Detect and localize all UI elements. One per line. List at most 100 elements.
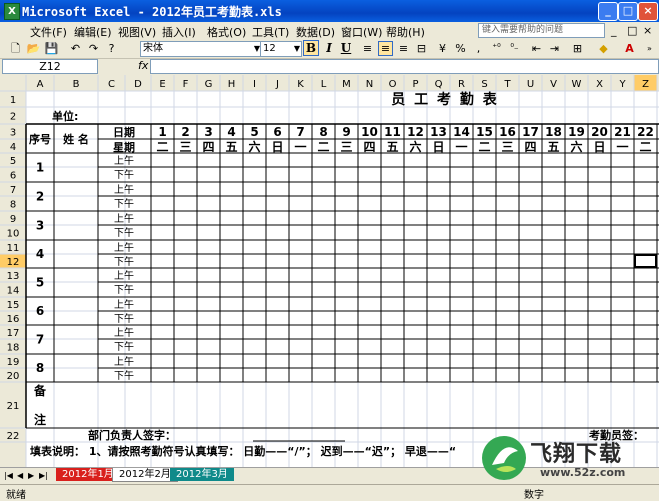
open-folder-icon[interactable]: 📂	[26, 41, 41, 56]
column-header: T	[503, 79, 511, 90]
menu-help[interactable]: 帮助(H)	[386, 24, 425, 40]
font-size-select[interactable]: 12 ▼	[260, 41, 302, 57]
pm-label: 下午	[114, 197, 134, 210]
date-cell: 13	[430, 125, 447, 139]
date-cell: 4	[227, 125, 235, 139]
name-header: 姓 名	[63, 132, 89, 146]
menu-view[interactable]: 视图(V)	[118, 24, 156, 40]
person-number: 2	[36, 190, 44, 204]
sheet-tab-feb[interactable]: 2012年2月	[112, 468, 178, 482]
first-sheet-icon[interactable]: |◀	[4, 471, 13, 480]
formula-input[interactable]	[150, 59, 659, 74]
am-label: 上午	[114, 298, 134, 311]
column-header-bar	[0, 75, 659, 91]
person-number: 5	[36, 276, 44, 290]
menu-edit[interactable]: 编辑(E)	[74, 24, 112, 40]
remarks-label-top: 备	[33, 383, 47, 398]
window-title: Microsoft Excel - 2012年员工考勤表.xls	[22, 5, 282, 19]
am-label: 上午	[114, 183, 134, 196]
date-cell: 15	[476, 125, 493, 139]
merge-center-icon[interactable]: ⊟	[414, 41, 429, 56]
column-header: V	[550, 79, 557, 90]
weekday-cell: 一	[616, 140, 628, 154]
column-header: H	[228, 79, 236, 90]
menu-insert[interactable]: 插入(I)	[162, 24, 196, 40]
minimize-button[interactable]: _	[598, 2, 618, 21]
currency-button[interactable]: ¥	[435, 41, 450, 56]
date-cell: 7	[296, 125, 304, 139]
status-ready: 就绪	[6, 490, 26, 501]
weekday-cell: 二	[317, 140, 329, 154]
bold-button[interactable]: B	[303, 40, 319, 56]
toolbar-options-icon[interactable]: »	[642, 41, 657, 56]
increase-indent-icon[interactable]: ⇥	[547, 41, 562, 56]
help-search-input[interactable]: 键入需要帮助的问题	[478, 23, 605, 38]
column-header: Q	[435, 79, 443, 90]
date-cell: 2	[181, 125, 189, 139]
am-label: 上午	[114, 355, 134, 368]
save-icon[interactable]: 💾	[44, 41, 59, 56]
last-sheet-icon[interactable]: ▶|	[39, 471, 48, 480]
doc-minimize-button[interactable]: _	[611, 24, 617, 37]
decrease-decimal-icon[interactable]: ⁰₋	[507, 41, 522, 56]
font-color-icon[interactable]: A	[622, 41, 637, 56]
sheet-title: 员 工 考 勤 表	[391, 91, 499, 108]
new-document-icon[interactable]: 🗋	[8, 41, 23, 56]
date-cell: 14	[453, 125, 470, 139]
weekday-cell: 三	[501, 140, 513, 154]
align-right-icon[interactable]: ≡	[396, 41, 411, 56]
undo-icon[interactable]: ↶	[68, 41, 83, 56]
menu-file[interactable]: 文件(F)	[30, 24, 67, 40]
comma-button[interactable]: ,	[471, 41, 486, 56]
maximize-button[interactable]: □	[618, 2, 638, 21]
name-box[interactable]: Z12	[2, 59, 98, 74]
sheet-tab-mar[interactable]: 2012年3月	[170, 468, 234, 481]
date-cell: 12	[407, 125, 424, 139]
font-family-select[interactable]: 宋体 ▼	[140, 41, 262, 57]
weekday-cell: 五	[386, 140, 398, 154]
help-icon[interactable]: ?	[104, 41, 119, 56]
weekday-cell: 六	[248, 139, 260, 154]
excel-app-icon[interactable]: X	[4, 3, 20, 20]
weekday-cell: 一	[455, 140, 467, 154]
menu-tools[interactable]: 工具(T)	[252, 24, 289, 40]
worksheet-grid[interactable]: A B C D E F G H I J K L M N O P Q R S T U V W X Y Z 1 2 3 4 5 6 7 8 9 10 11 1…	[0, 75, 659, 467]
am-label: 上午	[114, 241, 134, 254]
increase-decimal-icon[interactable]: ⁺⁰	[489, 41, 504, 56]
date-cell: 6	[273, 125, 281, 139]
decrease-indent-icon[interactable]: ⇤	[529, 41, 544, 56]
weekday-cell: 一	[294, 140, 306, 154]
column-header: S	[481, 79, 487, 90]
weekday-cell: 六	[570, 139, 582, 154]
align-left-icon[interactable]: ≡	[360, 41, 375, 56]
row-header: 20	[7, 371, 20, 382]
doc-close-button[interactable]: ×	[643, 24, 652, 37]
italic-button[interactable]: I	[321, 40, 337, 56]
percent-button[interactable]: %	[453, 41, 468, 56]
fill-color-icon[interactable]: ◆	[596, 41, 611, 56]
pm-label: 下午	[114, 312, 134, 325]
next-sheet-icon[interactable]: ▶	[28, 471, 34, 480]
row-header: 22	[7, 431, 20, 442]
weekday-cell: 三	[340, 140, 352, 154]
redo-icon[interactable]: ↷	[86, 41, 101, 56]
column-header: F	[183, 79, 189, 90]
doc-restore-button[interactable]: □	[627, 24, 637, 37]
column-header: X	[596, 79, 603, 90]
menu-format[interactable]: 格式(O)	[207, 24, 246, 40]
menu-window[interactable]: 窗口(W)	[341, 24, 382, 40]
person-number: 4	[36, 247, 44, 261]
prev-sheet-icon[interactable]: ◀	[17, 471, 23, 480]
borders-icon[interactable]: ⊞	[570, 41, 585, 56]
weekday-cell: 四	[202, 140, 214, 154]
close-button[interactable]: ×	[638, 2, 658, 21]
sheet-tab-jan[interactable]: 2012年1月	[56, 468, 120, 481]
column-header: U	[527, 79, 534, 90]
weekday-cell: 五	[225, 140, 237, 154]
watermark-text: 飞翔下载	[530, 442, 623, 467]
insert-function-icon[interactable]: fx	[138, 59, 148, 72]
menu-data[interactable]: 数据(D)	[296, 24, 335, 40]
underline-button[interactable]: U	[338, 40, 354, 56]
row-header: 5	[10, 156, 16, 167]
align-center-icon[interactable]: ≡	[378, 41, 393, 56]
